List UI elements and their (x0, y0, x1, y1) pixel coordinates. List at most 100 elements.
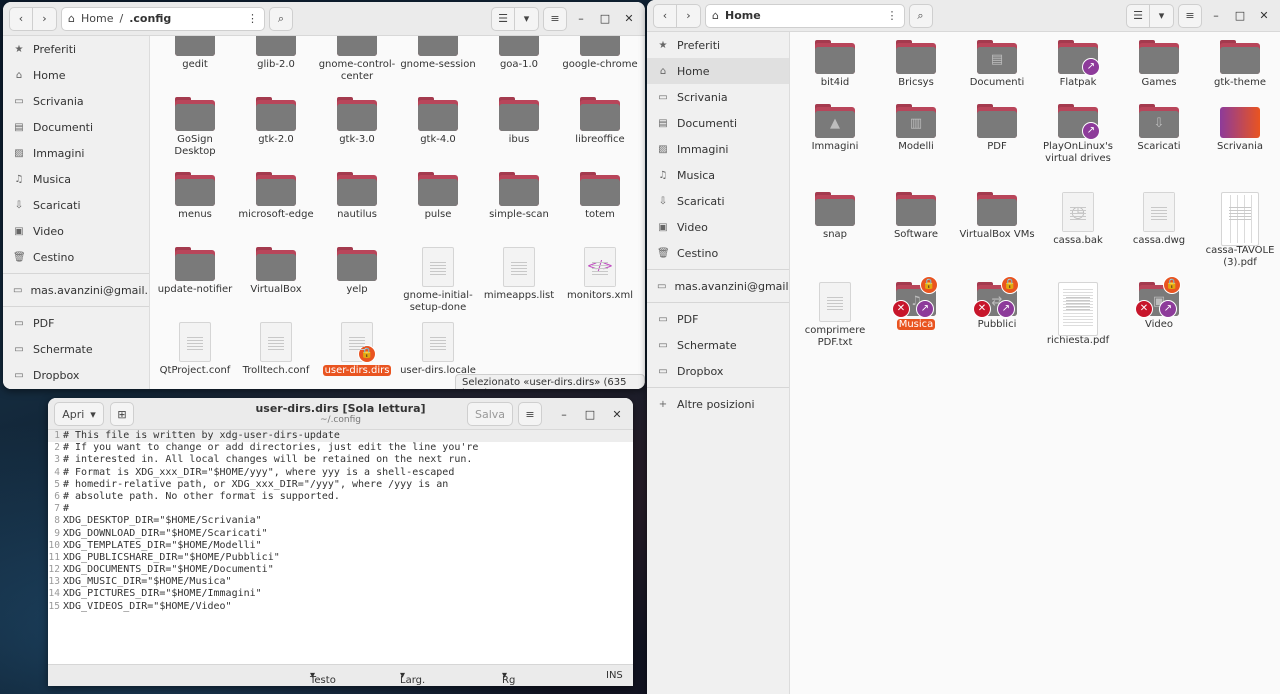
file-item[interactable]: gnome-initial-setup-done (398, 247, 478, 314)
list-view-button[interactable]: ☰ (1126, 3, 1150, 28)
back-button[interactable]: ‹ (653, 3, 677, 28)
file-item[interactable]: gtk-4.0 (398, 97, 478, 146)
maximize-button[interactable]: □ (580, 404, 600, 424)
sidebar-item[interactable]: ⇩ Scaricati (647, 188, 789, 214)
sidebar-item[interactable]: ▭ mas.avanzini@gmail.... (647, 273, 789, 299)
file-item[interactable]: ♫ 🔒 ✕ ↗ Musica (876, 276, 956, 331)
minimize-button[interactable]: – (554, 404, 574, 424)
file-item[interactable]: cassa.dwg (1119, 192, 1199, 247)
tab-width-selector[interactable]: Larg. tab.: 8 ▾ (400, 670, 425, 686)
file-item[interactable]: glib-2.0 (236, 36, 316, 71)
sidebar-item[interactable]: ▤ Documenti (647, 110, 789, 136)
file-item[interactable]: ▥ Modelli (876, 104, 956, 153)
file-item[interactable]: google-chrome (560, 36, 640, 71)
file-item[interactable]: comprimere PDF.txt (795, 282, 875, 349)
sidebar-item[interactable]: ♫ Musica (647, 162, 789, 188)
sidebar-item[interactable]: ▭ mas.avanzini@gmail.... (3, 277, 149, 303)
language-selector[interactable]: Testo semplice ▾ (310, 670, 336, 686)
file-item[interactable]: ibus (479, 97, 559, 146)
sidebar-item[interactable]: ▭ PDF (3, 310, 149, 336)
file-item[interactable]: gedit (155, 36, 235, 71)
file-item[interactable]: snap (795, 192, 875, 241)
search-button[interactable]: ⌕ (908, 3, 933, 28)
forward-button[interactable]: › (677, 3, 701, 28)
file-item[interactable]: user-dirs.locale (398, 322, 478, 377)
file-item[interactable]: simple-scan (479, 172, 559, 221)
sidebar-item[interactable]: ▭ Scrivania (3, 88, 149, 114)
sidebar-item[interactable]: ▭ PDF (647, 306, 789, 332)
minimize-button[interactable]: – (571, 9, 591, 29)
sidebar-item[interactable]: ▨ Immagini (3, 140, 149, 166)
file-item[interactable]: gtk-2.0 (236, 97, 316, 146)
main-menu-button[interactable]: ≡ (518, 402, 542, 426)
sidebar-item[interactable]: ★ Preferiti (3, 36, 149, 62)
path-home[interactable]: Home (81, 12, 113, 25)
file-item[interactable]: yelp (317, 247, 397, 296)
new-tab-button[interactable]: ⊞ (110, 402, 134, 426)
file-item[interactable]: richiesta.pdf (1038, 282, 1118, 347)
close-button[interactable]: ✕ (619, 9, 639, 29)
file-item[interactable]: goa-1.0 (479, 36, 559, 71)
search-button[interactable]: ⌕ (269, 6, 293, 31)
file-item[interactable]: update-notifier (155, 247, 235, 296)
file-item[interactable]: ⇄ 🔒 ✕ ↗ Pubblici (957, 276, 1037, 331)
file-item[interactable]: pulse (398, 172, 478, 221)
sidebar-item[interactable]: ♫ Musica (3, 166, 149, 192)
sidebar-item[interactable]: ⌂ Home (647, 58, 789, 84)
file-item[interactable]: GoSign Desktop (155, 97, 235, 158)
close-button[interactable]: ✕ (1254, 6, 1274, 26)
file-item[interactable]: gtk-3.0 (317, 97, 397, 146)
file-item[interactable]: VirtualBox (236, 247, 316, 296)
file-item[interactable]: ⇩ Scaricati (1119, 104, 1199, 153)
file-item[interactable]: gtk-theme (1200, 40, 1280, 89)
sidebar-item[interactable]: 🗑 Cestino (3, 244, 149, 270)
maximize-button[interactable]: □ (1230, 6, 1250, 26)
minimize-button[interactable]: – (1206, 6, 1226, 26)
kebab-menu-icon[interactable]: ⋮ (887, 9, 898, 22)
view-options-button[interactable]: ▾ (1150, 3, 1174, 28)
file-item[interactable]: gnome-control-center (317, 36, 397, 83)
file-item[interactable]: VirtualBox VMs (957, 192, 1037, 241)
sidebar-item[interactable]: ▣ Video (647, 214, 789, 240)
file-item[interactable]: libreoffice (560, 97, 640, 146)
file-item[interactable]: Scrivania (1200, 104, 1280, 153)
code-view[interactable]: 1 # This file is written by xdg-user-dirs… (48, 430, 633, 664)
path-current[interactable]: .config (129, 12, 171, 25)
file-item[interactable]: ↗ Flatpak (1038, 40, 1118, 89)
sidebar-item[interactable]: ▣ Video (3, 218, 149, 244)
file-item[interactable]: cassa-TAVOLE (3).pdf (1200, 192, 1280, 269)
file-item[interactable]: gnome-session (398, 36, 478, 71)
list-view-button[interactable]: ☰ (491, 6, 515, 31)
file-item[interactable]: menus (155, 172, 235, 221)
file-item[interactable]: Software (876, 192, 956, 241)
back-button[interactable]: ‹ (9, 6, 33, 31)
path-bar[interactable]: ⌂ Home / .config ⋮ (61, 6, 265, 31)
close-button[interactable]: ✕ (607, 404, 627, 424)
save-button[interactable]: Salva (467, 402, 513, 426)
file-item[interactable]: QtProject.conf (155, 322, 235, 377)
open-button[interactable]: Apri ▾ (54, 402, 104, 426)
file-item[interactable]: nautilus (317, 172, 397, 221)
file-item[interactable]: Trolltech.conf (236, 322, 316, 377)
file-item[interactable]: PDF (957, 104, 1037, 153)
insert-mode[interactable]: INS (606, 670, 623, 681)
file-item[interactable]: ▣ 🔒 ✕ ↗ Video (1119, 276, 1199, 331)
path-current[interactable]: Home (725, 9, 761, 22)
file-item[interactable]: ▲ Immagini (795, 104, 875, 153)
file-item[interactable]: </> monitors.xml (560, 247, 640, 302)
file-item[interactable]: microsoft-edge (236, 172, 316, 221)
cursor-position[interactable]: Rg 1, Col 47 ▾ (502, 670, 515, 686)
sidebar-item[interactable]: + Altre posizioni (647, 391, 789, 417)
sidebar-item[interactable]: ▭ Schermate (647, 332, 789, 358)
sidebar-item[interactable]: ⇩ Scaricati (3, 192, 149, 218)
main-menu-button[interactable]: ≡ (543, 6, 567, 31)
maximize-button[interactable]: □ (595, 9, 615, 29)
file-item[interactable]: bit4id (795, 40, 875, 89)
sidebar-item[interactable]: ▭ Schermate (3, 336, 149, 362)
view-options-button[interactable]: ▾ (515, 6, 539, 31)
file-item[interactable]: ▤ Documenti (957, 40, 1037, 89)
sidebar-item[interactable]: 🗑 Cestino (647, 240, 789, 266)
main-menu-button[interactable]: ≡ (1178, 3, 1202, 28)
sidebar-item[interactable]: ▭ Scrivania (647, 84, 789, 110)
forward-button[interactable]: › (33, 6, 57, 31)
